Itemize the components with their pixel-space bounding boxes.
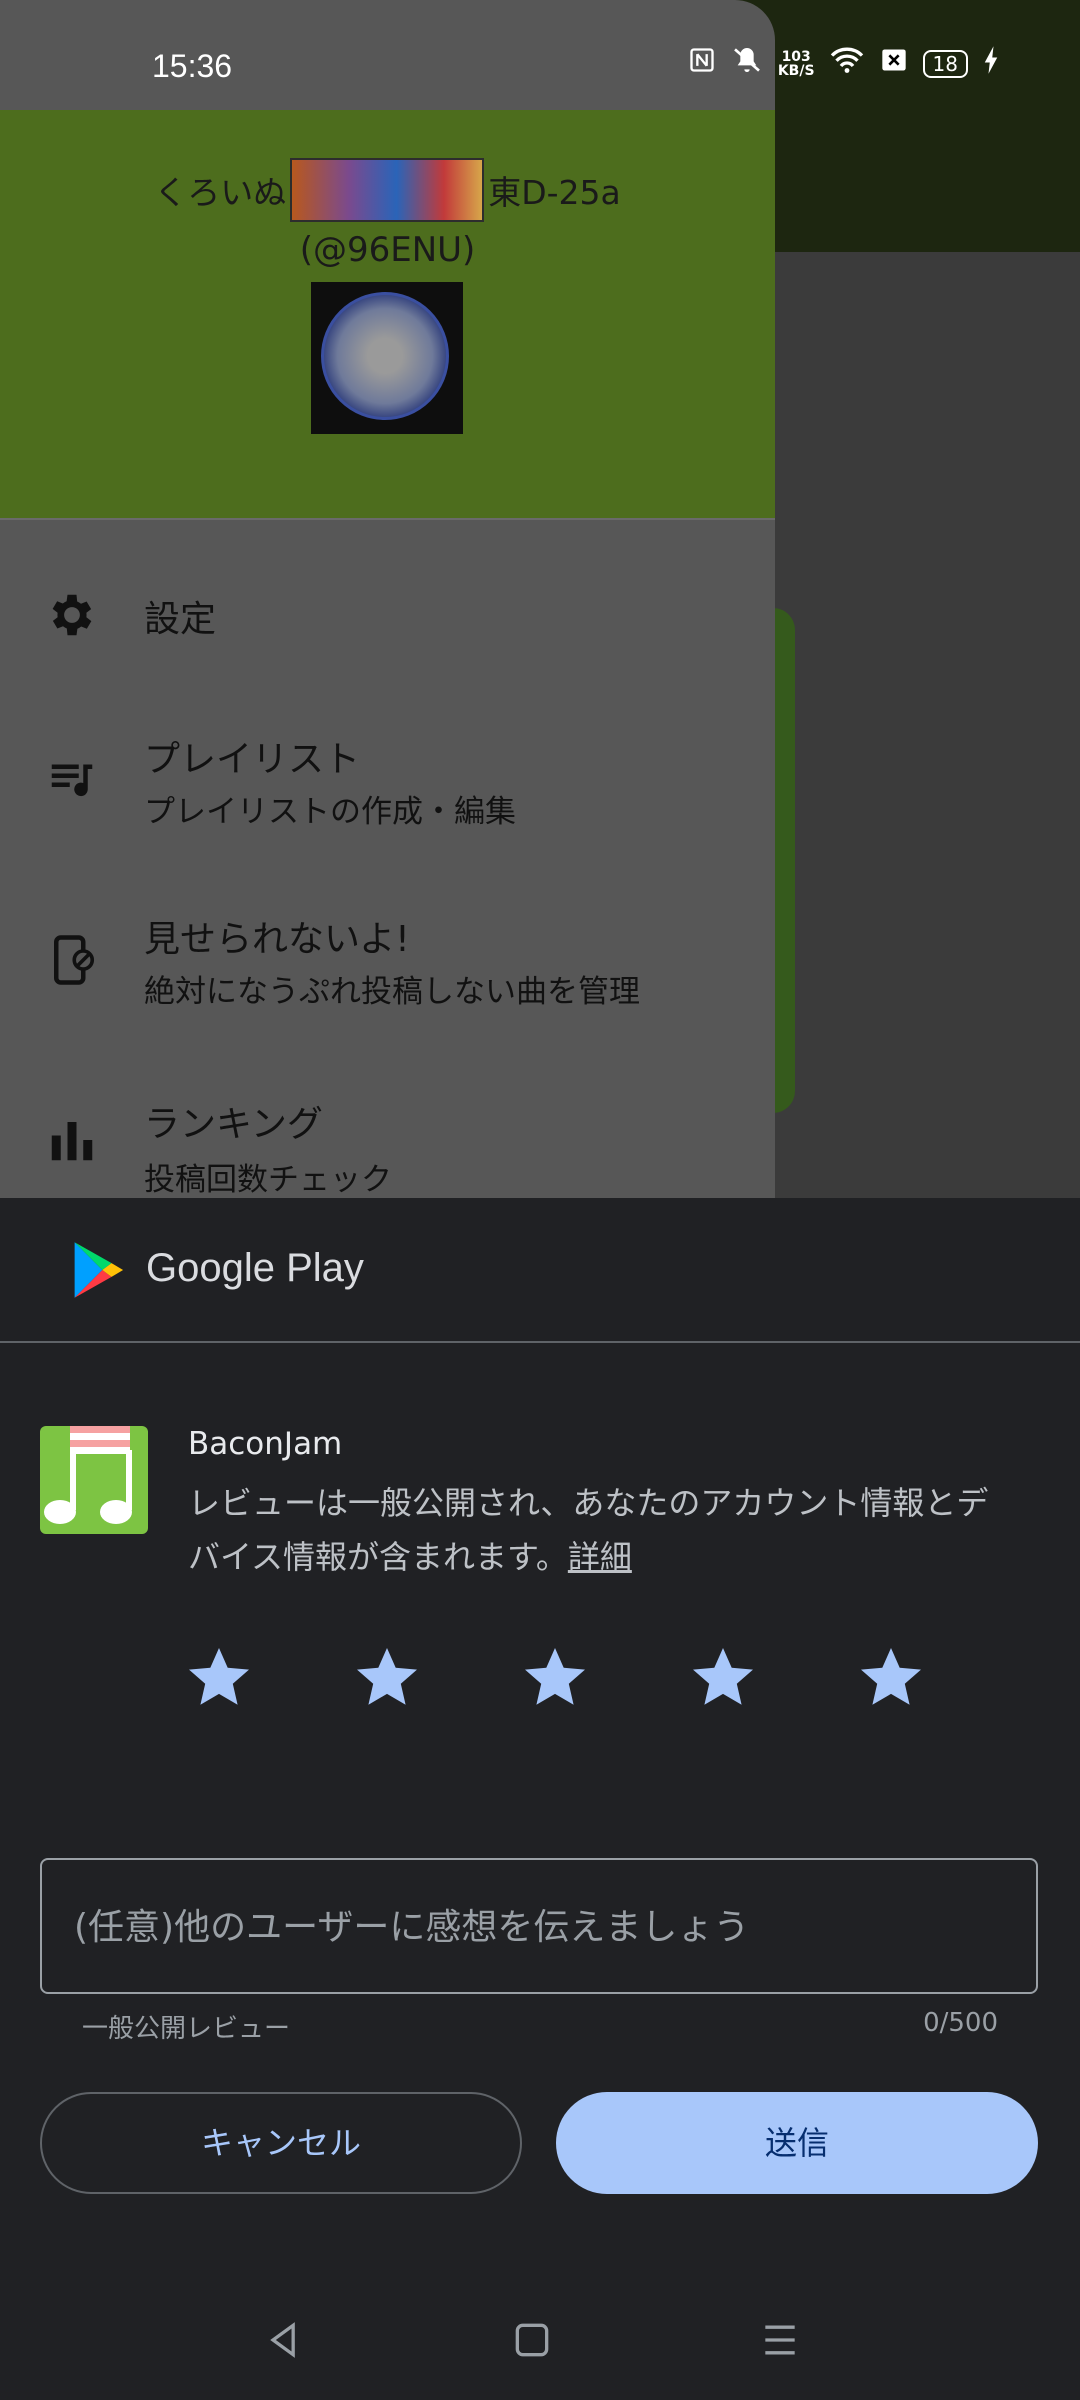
menu-item-subtitle: 絶対になうぷれ投稿しない曲を管理: [144, 974, 640, 1010]
status-bar: 15:36 103 KB/S 18: [0, 0, 1080, 110]
wifi-icon: [829, 45, 865, 82]
details-link[interactable]: 詳細: [568, 1538, 632, 1576]
account-name-suffix: 東D-25a: [488, 173, 621, 212]
review-text-field[interactable]: [40, 1858, 1038, 1994]
navigation-drawer: くろいぬ 東D-25a (@96ENU) 設定 プレイリスト プレイリストの作成…: [0, 0, 775, 1200]
star-2-icon[interactable]: [351, 1642, 423, 1714]
menu-item-playlist[interactable]: プレイリスト プレイリストの作成・編集: [0, 720, 775, 850]
character-counter: 0/500: [923, 2008, 998, 2038]
google-play-logo-icon: [72, 1240, 128, 1304]
menu-item-ranking[interactable]: ランキング 投稿回数チェック: [0, 1080, 775, 1200]
back-icon[interactable]: [262, 2318, 306, 2362]
menu-item-subtitle: 投稿回数チェック: [144, 1162, 392, 1198]
menu-item-label: 設定: [144, 599, 217, 640]
network-speed-unit: KB/S: [777, 62, 815, 79]
system-navigation-bar: [0, 2280, 1080, 2400]
battery-icon: 18: [922, 49, 968, 78]
star-rating: [0, 1642, 1080, 1722]
avatar[interactable]: [311, 282, 463, 434]
account-name-prefix: くろいぬ: [154, 173, 287, 212]
google-play-header: Google Play: [0, 1198, 1080, 1343]
review-disclosure-text: レビューは一般公開され、あなたのアカウント情報とデバイス情報が含まれます。詳細: [188, 1476, 1008, 1584]
network-speed-value: 103: [781, 48, 811, 65]
device-block-icon: [42, 930, 102, 990]
review-input[interactable]: [72, 1860, 1006, 1994]
menu-item-hidden-tracks[interactable]: 見せられないよ! 絶対になうぷれ投稿しない曲を管理: [0, 900, 775, 1030]
account-name: くろいぬ 東D-25a: [0, 158, 775, 222]
star-3-icon[interactable]: [519, 1642, 591, 1714]
status-icons: 103 KB/S 18: [688, 44, 1000, 83]
sim-off-icon: [879, 46, 909, 81]
menu-item-label: ランキング: [144, 1104, 323, 1145]
app-icon: [40, 1426, 148, 1534]
submit-button[interactable]: 送信: [556, 2092, 1038, 2194]
app-name: BaconJam: [188, 1426, 343, 1462]
music-note-icon: [44, 1450, 132, 1524]
menu-item-settings[interactable]: 設定: [0, 560, 775, 670]
star-5-icon[interactable]: [855, 1642, 927, 1714]
menu-lines-icon[interactable]: [758, 2318, 802, 2362]
event-banner-image: [290, 158, 485, 222]
cancel-button[interactable]: キャンセル: [40, 2092, 522, 2194]
review-bottom-sheet: Google Play BaconJam レビューは一般公開され、あなたのアカウ…: [0, 1198, 1080, 2400]
public-review-helper: 一般公開レビュー: [82, 2014, 291, 2044]
menu-item-subtitle: プレイリストの作成・編集: [144, 794, 516, 830]
home-icon[interactable]: [510, 2318, 554, 2362]
star-4-icon[interactable]: [687, 1642, 759, 1714]
avatar-image: [321, 292, 449, 420]
drawer-header: くろいぬ 東D-25a (@96ENU): [0, 110, 775, 520]
charging-icon: [982, 45, 1000, 82]
menu-item-label: 見せられないよ!: [144, 919, 410, 960]
status-time: 15:36: [152, 48, 233, 84]
playlist-icon: [42, 748, 102, 808]
menu-item-label: プレイリスト: [144, 739, 361, 780]
account-handle: (@96ENU): [299, 230, 476, 270]
gear-icon: [42, 585, 102, 645]
nfc-icon: [688, 45, 716, 82]
bar-chart-icon: [42, 1110, 102, 1170]
mute-icon: [730, 44, 764, 83]
network-speed: 103 KB/S: [778, 50, 815, 78]
star-1-icon[interactable]: [183, 1642, 255, 1714]
google-play-wordmark: Google Play: [146, 1246, 364, 1290]
